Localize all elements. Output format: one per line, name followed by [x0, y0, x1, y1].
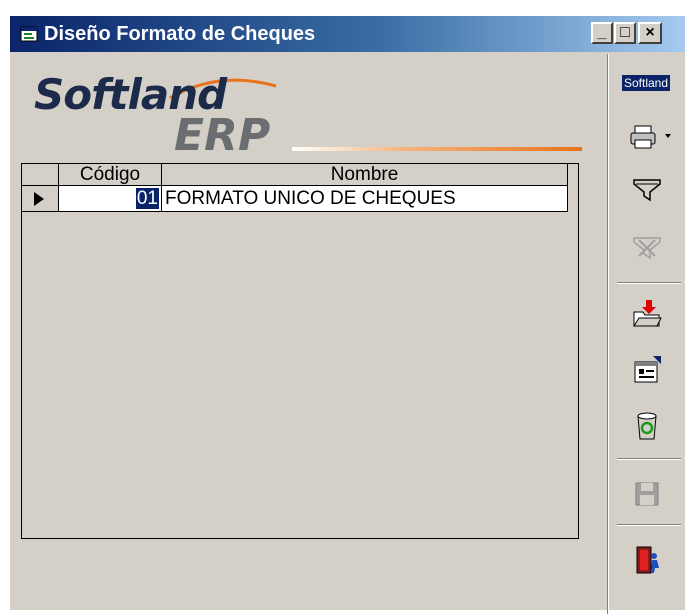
import-icon[interactable] — [631, 298, 663, 330]
maximize-button[interactable]: □ — [614, 22, 636, 44]
window-title: Diseño Formato de Cheques — [44, 23, 316, 45]
row-indicator-header — [22, 164, 59, 186]
cell-nombre[interactable]: FORMATO UNICO DE CHEQUES — [162, 186, 568, 212]
delete-icon[interactable] — [631, 410, 663, 442]
clear-filter-icon[interactable] — [631, 232, 663, 264]
cell-codigo-value: 01 — [135, 188, 159, 209]
exit-icon[interactable] — [631, 544, 663, 576]
cell-codigo[interactable]: 01 — [59, 186, 162, 212]
close-button[interactable]: × — [638, 22, 662, 44]
printer-icon[interactable] — [629, 120, 675, 152]
maximize-icon: □ — [620, 24, 630, 41]
current-row-arrow-icon — [34, 192, 44, 206]
filter-icon[interactable] — [631, 174, 663, 206]
side-toolbar: Softland — [608, 54, 685, 614]
logo-underline — [292, 147, 582, 151]
close-icon: × — [645, 24, 655, 41]
brand-badge: Softland — [622, 75, 671, 91]
logo-text-erp: ERP — [174, 110, 271, 161]
save-icon[interactable] — [631, 478, 663, 510]
app-icon — [20, 26, 38, 42]
toolbar-separator — [617, 282, 681, 284]
softland-logo: Softland ERP — [30, 68, 590, 168]
toolbar-separator — [617, 458, 681, 460]
properties-icon[interactable] — [631, 354, 663, 386]
column-header-codigo[interactable]: Código — [59, 164, 162, 186]
grid-header: Código Nombre — [22, 164, 568, 186]
minimize-button[interactable]: _ — [591, 22, 613, 44]
row-indicator[interactable] — [22, 186, 59, 212]
table-row[interactable]: 01 FORMATO UNICO DE CHEQUES — [22, 186, 568, 212]
column-header-nombre[interactable]: Nombre — [162, 164, 568, 186]
data-grid[interactable]: Código Nombre 01 FORMATO UNICO DE CHEQUE… — [21, 163, 579, 539]
minimize-icon: _ — [597, 24, 607, 41]
main-window: Diseño Formato de Cheques _ □ × Softland… — [8, 14, 685, 614]
title-bar[interactable]: Diseño Formato de Cheques _ □ × — [10, 16, 685, 52]
toolbar-separator — [617, 524, 681, 526]
